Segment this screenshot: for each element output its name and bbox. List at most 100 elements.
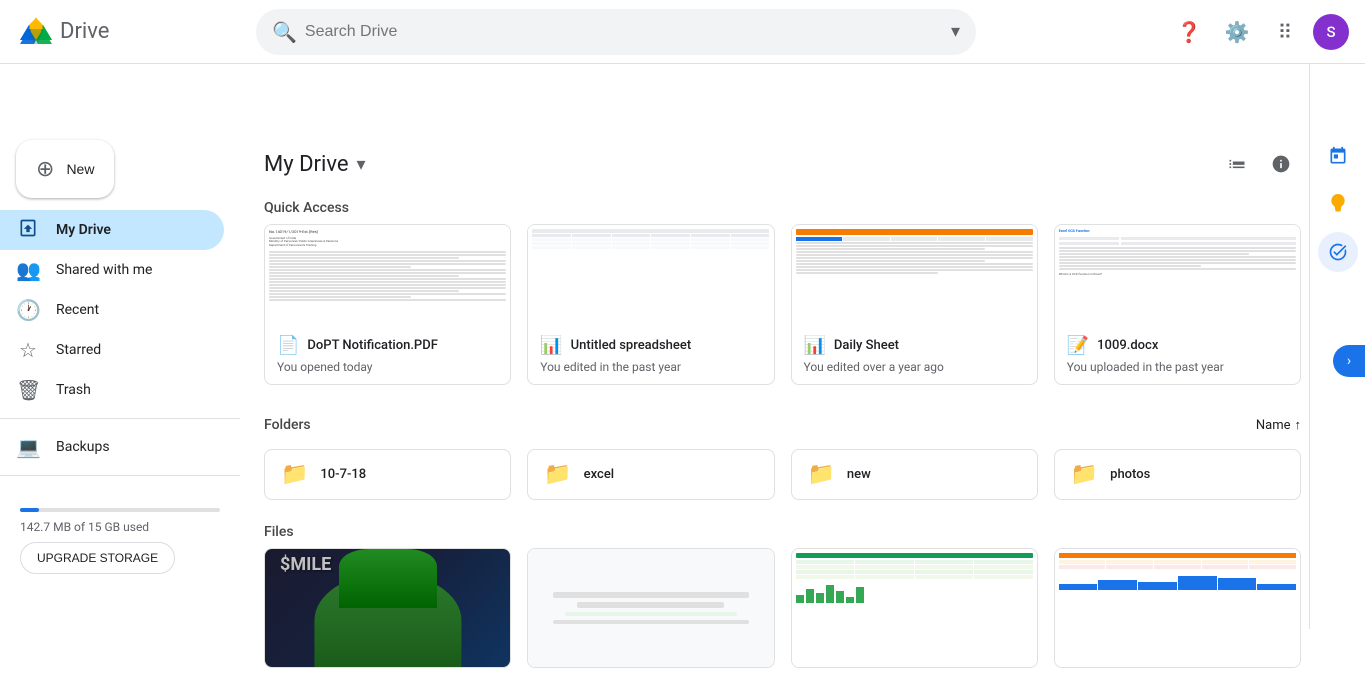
sidebar-item-recent[interactable]: 🕐 Recent xyxy=(0,290,224,330)
new-button-label: New xyxy=(66,161,94,177)
apps-button[interactable]: ⠿ xyxy=(1265,12,1305,52)
sidebar-item-shared-with-me[interactable]: 👥 Shared with me xyxy=(0,250,224,290)
card-date-0: You opened today xyxy=(277,360,498,374)
avatar[interactable]: S xyxy=(1313,14,1349,50)
info-button[interactable] xyxy=(1261,144,1301,184)
quick-access-card-1[interactable]: 📊 Untitled spreadsheet You edited in the… xyxy=(527,224,774,385)
file-thumb-card-0[interactable]: $MILE xyxy=(264,548,511,668)
card-info-2: 📊 Daily Sheet You edited over a year ago xyxy=(792,325,1037,384)
files-title: Files xyxy=(264,516,1301,548)
file-thumb-sheet xyxy=(792,549,1037,667)
search-input[interactable] xyxy=(305,23,943,41)
card-name-row-1: 📊 Untitled spreadsheet xyxy=(540,335,761,356)
help-button[interactable]: ❓ xyxy=(1169,12,1209,52)
starred-icon: ☆ xyxy=(16,338,40,362)
folder-icon-2: 📁 xyxy=(808,462,835,487)
folder-item-1[interactable]: 📁 excel xyxy=(527,449,774,500)
page-title: My Drive xyxy=(264,152,349,177)
topbar: Drive 🔍 ▾ ❓ ⚙️ ⠿ S xyxy=(0,0,1365,64)
app-name: Drive xyxy=(60,19,109,44)
calendar-button[interactable] xyxy=(1318,136,1358,176)
logo-area: Drive xyxy=(16,12,256,52)
card-info-0: 📄 DoPT Notification.PDF You opened today xyxy=(265,325,510,384)
folder-name-0: 10-7-18 xyxy=(320,467,366,482)
quick-access-title: Quick Access xyxy=(264,184,1301,224)
folder-name-3: photos xyxy=(1110,467,1150,482)
doc-preview-sheets-2 xyxy=(792,225,1037,325)
card-thumb-0: No.14019/1/2019-Est.(Res) Government of … xyxy=(265,225,510,325)
card-thumb-1 xyxy=(528,225,773,325)
folders-title: Folders xyxy=(264,409,311,441)
folder-item-0[interactable]: 📁 10-7-18 xyxy=(264,449,511,500)
storage-bar-bg xyxy=(20,508,220,512)
folder-icon-1: 📁 xyxy=(544,462,571,487)
folder-icon-0: 📁 xyxy=(281,462,308,487)
storage-area: 142.7 MB of 15 GB used UPGRADE STORAGE xyxy=(0,484,240,590)
doc-preview-sheets-1 xyxy=(528,225,773,325)
settings-button[interactable]: ⚙️ xyxy=(1217,12,1257,52)
quick-access-card-2[interactable]: 📊 Daily Sheet You edited over a year ago xyxy=(791,224,1038,385)
card-info-1: 📊 Untitled spreadsheet You edited in the… xyxy=(528,325,773,384)
card-date-3: You uploaded in the past year xyxy=(1067,360,1288,374)
doc-preview-pdf: No.14019/1/2019-Est.(Res) Government of … xyxy=(265,225,510,325)
card-name-3: 1009.docx xyxy=(1097,338,1158,353)
card-name-row-2: 📊 Daily Sheet xyxy=(804,335,1025,356)
file-thumb-card-3[interactable] xyxy=(1054,548,1301,668)
new-button[interactable]: ⊕ New xyxy=(16,140,114,198)
upgrade-storage-button[interactable]: UPGRADE STORAGE xyxy=(20,542,175,574)
word-icon-3: 📝 xyxy=(1067,335,1089,356)
pdf-icon-0: 📄 xyxy=(277,335,299,356)
folder-item-3[interactable]: 📁 photos xyxy=(1054,449,1301,500)
doc-preview-word: Excel OCD Function xyxy=(1055,225,1300,325)
folder-item-2[interactable]: 📁 new xyxy=(791,449,1038,500)
sidebar-item-starred-label: Starred xyxy=(56,342,101,358)
sidebar-item-starred[interactable]: ☆ Starred xyxy=(0,330,224,370)
sheets-icon-1: 📊 xyxy=(540,335,562,356)
recent-icon: 🕐 xyxy=(16,298,40,322)
my-drive-icon xyxy=(16,218,40,243)
drive-logo-icon xyxy=(16,12,56,52)
card-name-0: DoPT Notification.PDF xyxy=(307,338,437,353)
card-info-3: 📝 1009.docx You uploaded in the past yea… xyxy=(1055,325,1300,384)
search-dropdown-icon[interactable]: ▾ xyxy=(951,21,960,42)
sort-arrow-icon: ↑ xyxy=(1295,417,1302,433)
storage-text: 142.7 MB of 15 GB used xyxy=(20,520,220,534)
sidebar-item-backups-label: Backups xyxy=(56,439,110,455)
collapse-panel-button[interactable]: › xyxy=(1333,345,1365,377)
sidebar-item-trash[interactable]: 🗑 Trash xyxy=(0,370,224,410)
card-date-1: You edited in the past year xyxy=(540,360,761,374)
list-view-button[interactable] xyxy=(1217,144,1257,184)
quick-access-card-0[interactable]: No.14019/1/2019-Est.(Res) Government of … xyxy=(264,224,511,385)
card-name-1: Untitled spreadsheet xyxy=(571,338,692,353)
card-name-2: Daily Sheet xyxy=(834,338,899,353)
file-thumb-sheet-2 xyxy=(1055,549,1300,667)
sidebar-item-my-drive[interactable]: My Drive xyxy=(0,210,224,250)
main-content: My Drive ▾ Quick Access No.14019/1/2019-… xyxy=(240,64,1309,693)
card-thumb-2 xyxy=(792,225,1037,325)
topbar-actions: ❓ ⚙️ ⠿ S xyxy=(1169,12,1349,52)
search-bar[interactable]: 🔍 ▾ xyxy=(256,9,976,55)
page-title-dropdown-icon[interactable]: ▾ xyxy=(357,154,366,175)
backups-icon: 💻 xyxy=(16,435,40,459)
file-thumb-placeholder-1 xyxy=(528,549,773,667)
folder-icon-3: 📁 xyxy=(1071,462,1098,487)
sort-label: Name xyxy=(1256,418,1291,433)
sort-control[interactable]: Name ↑ xyxy=(1256,417,1301,433)
sheets-icon-2: 📊 xyxy=(804,335,826,356)
sidebar-item-my-drive-label: My Drive xyxy=(56,222,111,238)
search-icon: 🔍 xyxy=(272,20,297,44)
file-thumb-card-1[interactable] xyxy=(527,548,774,668)
file-thumb-card-2[interactable] xyxy=(791,548,1038,668)
file-photo-thumb: $MILE xyxy=(265,549,510,667)
storage-bar-fill xyxy=(20,508,39,512)
card-name-row-0: 📄 DoPT Notification.PDF xyxy=(277,335,498,356)
sidebar-item-trash-label: Trash xyxy=(56,382,91,398)
trash-icon: 🗑 xyxy=(16,378,40,402)
sidebar-item-backups[interactable]: 💻 Backups xyxy=(0,427,224,467)
tasks-button[interactable] xyxy=(1318,232,1358,272)
quick-access-card-3[interactable]: Excel OCD Function xyxy=(1054,224,1301,385)
keep-button[interactable] xyxy=(1318,184,1358,224)
card-thumb-3: Excel OCD Function xyxy=(1055,225,1300,325)
card-name-row-3: 📝 1009.docx xyxy=(1067,335,1288,356)
nav-divider-2 xyxy=(0,475,240,476)
